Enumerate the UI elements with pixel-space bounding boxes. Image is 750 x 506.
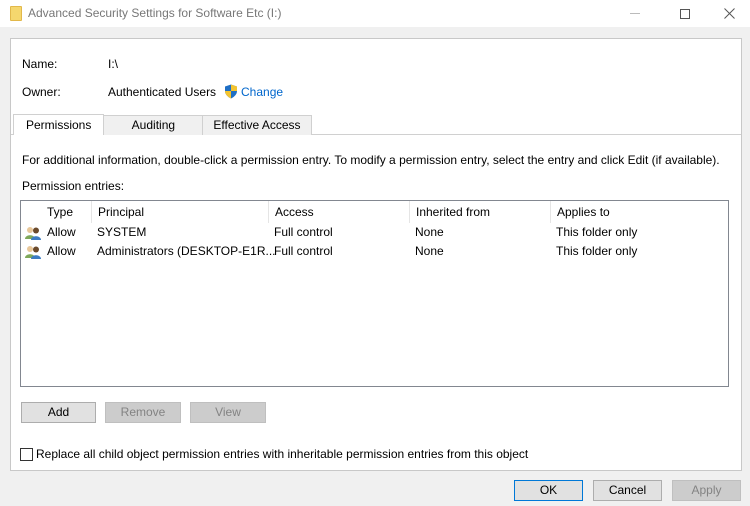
remove-button[interactable]: Remove (105, 402, 181, 423)
minimize-button[interactable] (612, 0, 658, 27)
close-button[interactable] (706, 0, 750, 27)
uac-shield-icon (225, 84, 237, 99)
cancel-button[interactable]: Cancel (593, 480, 662, 501)
column-header-applies-to[interactable]: Applies to (551, 201, 727, 223)
replace-child-permissions-label[interactable]: Replace all child object permission entr… (36, 447, 528, 461)
replace-child-permissions-checkbox[interactable] (20, 448, 33, 461)
cell-access: Full control (274, 225, 333, 239)
change-owner-link[interactable]: Change (241, 85, 283, 99)
info-section: Name: I:\ Owner: Authenticated Users Cha… (11, 39, 741, 135)
tab-effective-access[interactable]: Effective Access (202, 115, 312, 135)
close-icon (723, 8, 735, 19)
cell-type: Allow (47, 225, 76, 239)
folder-icon (10, 6, 22, 21)
tab-auditing[interactable]: Auditing (103, 115, 204, 135)
cell-applies-to: This folder only (556, 225, 638, 239)
cell-type: Allow (47, 244, 76, 258)
owner-value: Authenticated Users (108, 85, 217, 99)
table-row[interactable]: Allow SYSTEM Full control None This fold… (21, 223, 728, 242)
users-icon (25, 246, 41, 259)
column-header-access[interactable]: Access (269, 201, 410, 223)
maximize-icon (680, 8, 690, 19)
add-button[interactable]: Add (21, 402, 96, 423)
cell-principal: SYSTEM (97, 225, 147, 239)
name-label: Name: (22, 57, 58, 71)
window-title: Advanced Security Settings for Software … (28, 6, 282, 20)
tab-bar: Permissions Auditing Effective Access (13, 114, 312, 136)
table-row[interactable]: Allow Administrators (DESKTOP-E1R... Ful… (21, 242, 728, 261)
dialog-frame: Name: I:\ Owner: Authenticated Users Cha… (10, 38, 742, 471)
permissions-panel: For additional information, double-click… (11, 135, 741, 470)
column-header-type[interactable]: Type (41, 201, 92, 223)
permission-entries-list[interactable]: Type Principal Access Inherited from App… (20, 200, 729, 387)
owner-label: Owner: (22, 85, 61, 99)
maximize-button[interactable] (662, 0, 708, 27)
minimize-icon (630, 13, 640, 14)
cell-inherited-from: None (415, 244, 444, 258)
cell-applies-to: This folder only (556, 244, 638, 258)
column-header-principal[interactable]: Principal (92, 201, 269, 223)
cell-inherited-from: None (415, 225, 444, 239)
apply-button[interactable]: Apply (672, 480, 741, 501)
tab-permissions[interactable]: Permissions (13, 114, 105, 135)
permission-entries-label: Permission entries: (22, 179, 125, 193)
users-icon (25, 227, 41, 240)
column-header-inherited-from[interactable]: Inherited from (410, 201, 551, 223)
cell-access: Full control (274, 244, 333, 258)
title-bar: Advanced Security Settings for Software … (0, 0, 750, 27)
ok-button[interactable]: OK (514, 480, 583, 501)
cell-principal: Administrators (DESKTOP-E1R... (97, 244, 276, 258)
name-value: I:\ (108, 57, 119, 71)
instructions-text: For additional information, double-click… (22, 153, 720, 167)
view-button[interactable]: View (190, 402, 266, 423)
